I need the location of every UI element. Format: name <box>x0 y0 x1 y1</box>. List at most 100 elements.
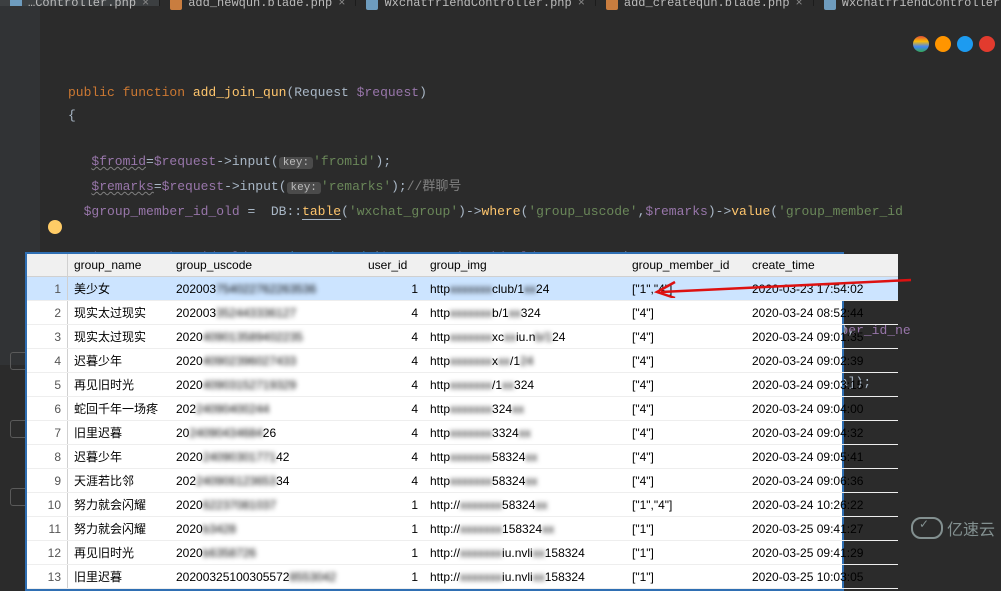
cell-rownum: 7 <box>27 421 68 445</box>
table-row[interactable]: 6蛇回千年一场疼202240904002444httpxxxxxxx324xx[… <box>27 397 898 421</box>
cell-create-time: 2020-03-25 09:41:29 <box>746 541 898 565</box>
intention-bulb-icon[interactable] <box>48 220 62 234</box>
cell-group-name: 天涯若比邻 <box>68 469 171 493</box>
cell-user-id: 4 <box>362 421 424 445</box>
cell-group-member-id: ["1"] <box>626 565 746 589</box>
cell-group-member-id: ["4"] <box>626 301 746 325</box>
cell-group-name: 美少女 <box>68 277 171 301</box>
cell-group-img: http://xxxxxxxiu.nvlixx158324 <box>424 541 626 565</box>
cell-group-name: 旧里迟暮 <box>68 421 171 445</box>
cell-group-member-id: ["4"] <box>626 349 746 373</box>
watermark-logo: 亿速云 <box>911 516 995 540</box>
col-rownum[interactable] <box>27 254 68 277</box>
table-row[interactable]: 13旧里迟暮2020032510030557285530421http://xx… <box>27 565 898 589</box>
cell-rownum: 11 <box>27 517 68 541</box>
cell-group-uscode: 2020b6358726 <box>170 541 362 565</box>
cell-group-member-id: ["4"] <box>626 421 746 445</box>
cell-group-member-id: ["4"] <box>626 325 746 349</box>
cell-create-time: 2020-03-24 09:02:39 <box>746 349 898 373</box>
cell-user-id: 4 <box>362 469 424 493</box>
table-row[interactable]: 7旧里迟暮2024090434684264httpxxxxxxx3324xx["… <box>27 421 898 445</box>
cell-create-time: 2020-03-24 09:04:32 <box>746 421 898 445</box>
cell-rownum: 13 <box>27 565 68 589</box>
cell-create-time: 2020-03-24 09:04:00 <box>746 397 898 421</box>
cell-user-id: 4 <box>362 397 424 421</box>
cell-user-id: 1 <box>362 541 424 565</box>
cell-group-member-id: ["1"] <box>626 517 746 541</box>
col-group-uscode[interactable]: group_uscode <box>170 254 362 277</box>
cell-group-img: httpxxxxxxx324xx <box>424 397 626 421</box>
cell-group-name: 现实太过现实 <box>68 301 171 325</box>
table-row[interactable]: 12再见旧时光2020b63587261http://xxxxxxxiu.nvl… <box>27 541 898 565</box>
cell-rownum: 5 <box>27 373 68 397</box>
result-table[interactable]: group_name group_uscode user_id group_im… <box>27 254 898 589</box>
cell-group-uscode: 202003352443336127 <box>170 301 362 325</box>
cell-group-member-id: ["4"] <box>626 397 746 421</box>
cell-group-img: httpxxxxxxx/1xx324 <box>424 373 626 397</box>
col-group-name[interactable]: group_name <box>68 254 171 277</box>
watermark-text: 亿速云 <box>947 516 995 540</box>
cell-rownum: 4 <box>27 349 68 373</box>
cell-group-img: http://xxxxxxx158324xx <box>424 517 626 541</box>
cell-rownum: 1 <box>27 277 68 301</box>
cell-group-img: httpxxxxxxxb/1xx324 <box>424 301 626 325</box>
cell-user-id: 4 <box>362 445 424 469</box>
cell-create-time: 2020-03-24 09:06:36 <box>746 469 898 493</box>
table-row[interactable]: 9天涯若比邻202240906123653344httpxxxxxxx58324… <box>27 469 898 493</box>
cell-group-img: httpxxxxxxxxxx/124 <box>424 349 626 373</box>
cell-group-uscode: 202040902396027433 <box>170 349 362 373</box>
cell-group-name: 努力就会闪耀 <box>68 493 171 517</box>
cell-group-member-id: ["1","4"] <box>626 277 746 301</box>
cell-create-time: 2020-03-25 10:03:05 <box>746 565 898 589</box>
cell-rownum: 6 <box>27 397 68 421</box>
col-user-id[interactable]: user_id <box>362 254 424 277</box>
table-row[interactable]: 8迟暮少年202024090301771424httpxxxxxxx58324x… <box>27 445 898 469</box>
col-group-member-id[interactable]: group_member_id <box>626 254 746 277</box>
table-row[interactable]: 4迟暮少年2020409023960274334httpxxxxxxxxxx/1… <box>27 349 898 373</box>
cell-group-img: http://xxxxxxx58324xx <box>424 493 626 517</box>
cell-rownum: 3 <box>27 325 68 349</box>
cell-group-name: 再见旧时光 <box>68 373 171 397</box>
cell-group-uscode: 20224090612365334 <box>170 469 362 493</box>
db-result-grid: group_name group_uscode user_id group_im… <box>25 252 844 591</box>
cell-group-member-id: ["4"] <box>626 373 746 397</box>
cell-group-uscode: 20202409030177142 <box>170 445 362 469</box>
cell-group-img: http://xxxxxxxiu.nvlixx158324 <box>424 565 626 589</box>
cell-group-name: 迟暮少年 <box>68 445 171 469</box>
cell-group-uscode: 2020409013589402235 <box>170 325 362 349</box>
table-row[interactable]: 1美少女2020037540227622635361httpxxxxxxxclu… <box>27 277 898 301</box>
cell-group-uscode: 202040903152719329 <box>170 373 362 397</box>
table-row[interactable]: 2现实太过现实2020033524433361274httpxxxxxxxb/1… <box>27 301 898 325</box>
cell-user-id: 1 <box>362 493 424 517</box>
cell-group-member-id: ["1","4"] <box>626 493 746 517</box>
table-row[interactable]: 11努力就会闪耀2020b34281http://xxxxxxx158324xx… <box>27 517 898 541</box>
cell-group-name: 蛇回千年一场疼 <box>68 397 171 421</box>
cell-group-uscode: 20224090400244 <box>170 397 362 421</box>
table-row[interactable]: 3现实太过现实20204090135894022354httpxxxxxxxxc… <box>27 325 898 349</box>
cell-rownum: 10 <box>27 493 68 517</box>
cell-user-id: 4 <box>362 325 424 349</box>
cell-group-img: httpxxxxxxxclub/1xx24 <box>424 277 626 301</box>
cell-group-uscode: 202003754022762263536 <box>170 277 362 301</box>
cell-create-time: 2020-03-24 08:52:44 <box>746 301 898 325</box>
cell-group-name: 再见旧时光 <box>68 541 171 565</box>
cell-user-id: 4 <box>362 373 424 397</box>
cell-user-id: 4 <box>362 349 424 373</box>
cell-group-uscode: 202409043468426 <box>170 421 362 445</box>
cell-group-img: httpxxxxxxxxcxxiu.nb/124 <box>424 325 626 349</box>
cell-user-id: 1 <box>362 565 424 589</box>
col-create-time[interactable]: create_time <box>746 254 898 277</box>
cell-create-time: 2020-03-24 09:03:15 <box>746 373 898 397</box>
table-row[interactable]: 10努力就会闪耀2020622370810371http://xxxxxxx58… <box>27 493 898 517</box>
cell-group-img: httpxxxxxxx58324xx <box>424 469 626 493</box>
table-row[interactable]: 5再见旧时光2020409031527193294httpxxxxxxx/1xx… <box>27 373 898 397</box>
cell-create-time: 2020-03-24 09:05:41 <box>746 445 898 469</box>
col-group-img[interactable]: group_img <box>424 254 626 277</box>
cell-rownum: 8 <box>27 445 68 469</box>
cell-group-name: 现实太过现实 <box>68 325 171 349</box>
cell-group-name: 努力就会闪耀 <box>68 517 171 541</box>
cell-create-time: 2020-03-23 17:54:02 <box>746 277 898 301</box>
cell-rownum: 12 <box>27 541 68 565</box>
cell-group-uscode: 202062237081037 <box>170 493 362 517</box>
cell-user-id: 1 <box>362 277 424 301</box>
